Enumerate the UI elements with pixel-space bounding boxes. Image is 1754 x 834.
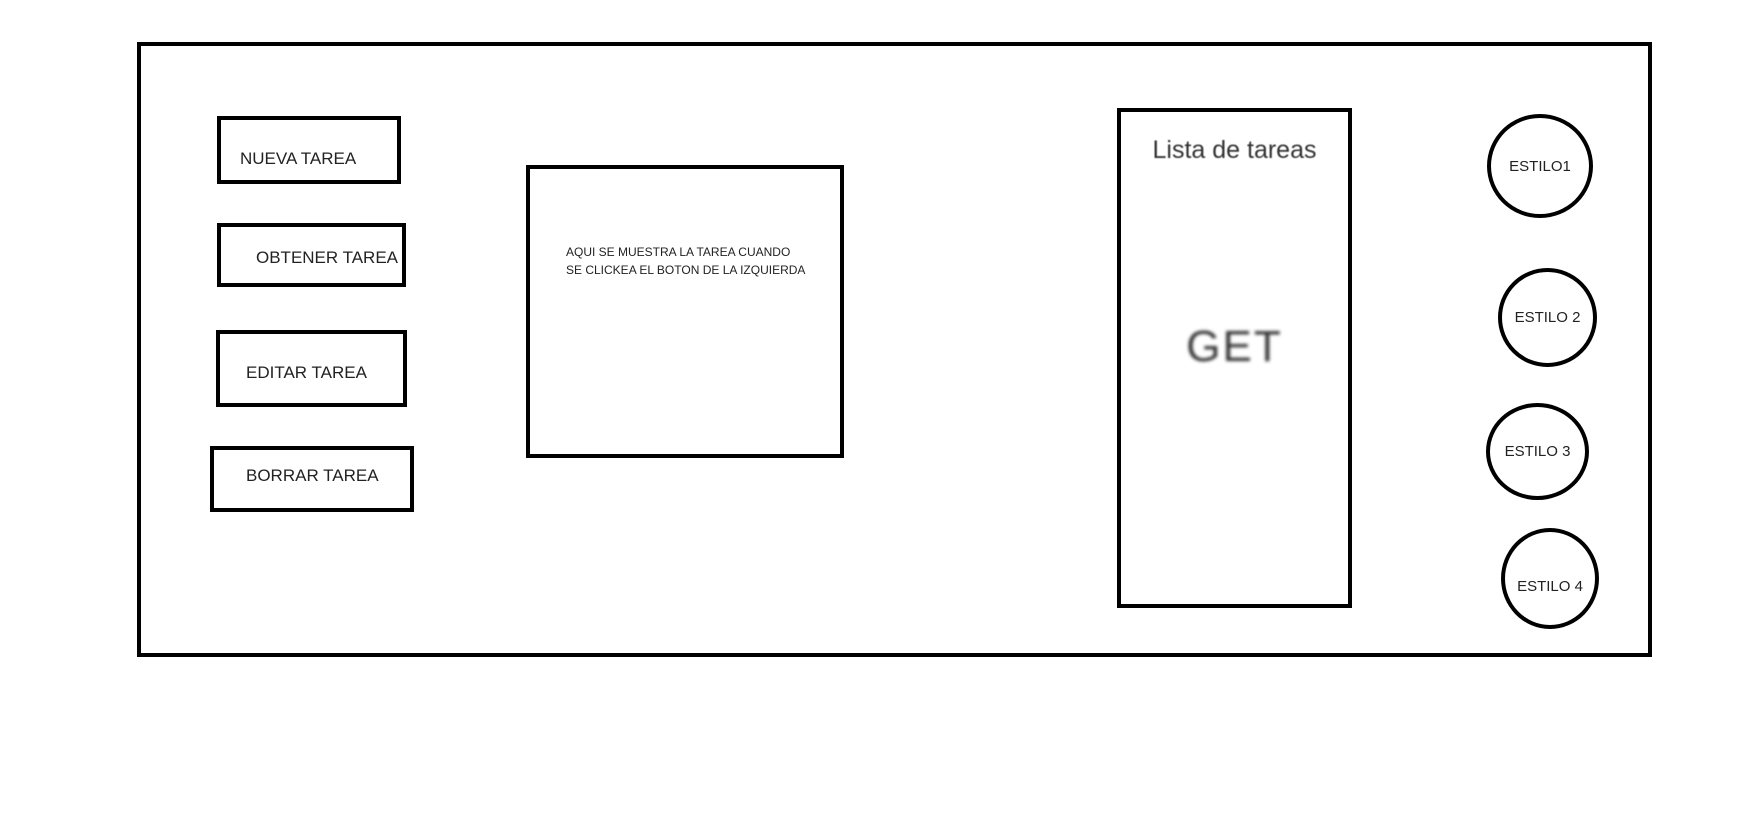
task-list-panel: Lista de tareas GET (1117, 108, 1352, 608)
nueva-tarea-label: NUEVA TAREA (240, 149, 357, 168)
estilo3-button[interactable]: ESTILO 3 (1486, 403, 1589, 500)
nueva-tarea-button[interactable]: NUEVA TAREA (217, 116, 401, 184)
estilo2-label: ESTILO 2 (1514, 309, 1581, 326)
obtener-tarea-label: OBTENER TAREA (256, 248, 399, 267)
borrar-tarea-label: BORRAR TAREA (246, 466, 379, 485)
task-display-line-2: SE CLICKEA EL BOTON DE LA IZQUIERDA (566, 263, 806, 277)
estilo2-button[interactable]: ESTILO 2 (1498, 268, 1597, 367)
editar-tarea-label: EDITAR TAREA (246, 362, 367, 382)
editar-tarea-button[interactable]: EDITAR TAREA (216, 330, 407, 407)
task-display-line-1: AQUI SE MUESTRA LA TAREA CUANDO (566, 245, 791, 259)
estilo4-label: ESTILO 4 (1517, 578, 1583, 595)
task-display-text: AQUI SE MUESTRA LA TAREA CUANDO SE CLICK… (566, 243, 826, 279)
task-list-title: Lista de tareas (1152, 136, 1317, 164)
estilo3-label: ESTILO 3 (1504, 443, 1571, 460)
task-display-panel: AQUI SE MUESTRA LA TAREA CUANDO SE CLICK… (526, 165, 844, 458)
estilo1-button[interactable]: ESTILO1 (1487, 114, 1593, 218)
estilo1-label: ESTILO1 (1509, 157, 1571, 175)
obtener-tarea-button[interactable]: OBTENER TAREA (217, 223, 406, 287)
task-list-get-label: GET (1186, 322, 1283, 371)
borrar-tarea-button[interactable]: BORRAR TAREA (210, 446, 414, 512)
estilo4-button[interactable]: ESTILO 4 (1501, 528, 1599, 629)
